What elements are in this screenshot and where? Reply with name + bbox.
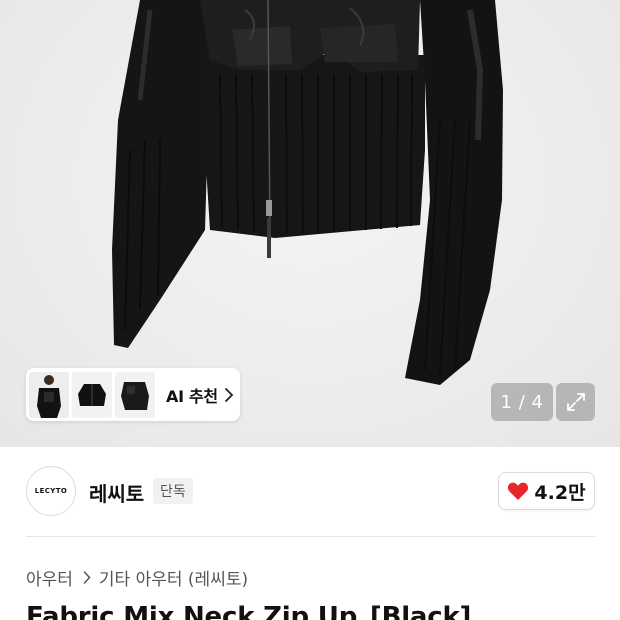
breadcrumb: 아우터 기타 아우터 (레씨토) xyxy=(26,565,248,590)
chevron-right-icon[interactable] xyxy=(224,387,234,402)
brand-logo-text: LECYTO xyxy=(34,487,68,495)
brand-logo[interactable]: LECYTO xyxy=(26,466,76,516)
product-title: Fabric Mix Neck Zip Up_[Black] xyxy=(26,602,472,620)
brand-name[interactable]: 레씨토 xyxy=(89,478,144,507)
thumbnail-jacket-flat[interactable] xyxy=(72,371,112,418)
exclusive-badge: 단독 xyxy=(153,478,193,504)
expand-button[interactable] xyxy=(556,383,595,421)
chevron-right-icon xyxy=(83,571,91,584)
breadcrumb-item-other-outer[interactable]: 기타 아우터 (레씨토) xyxy=(99,565,248,590)
product-image-gallery[interactable]: AI 추천 1 / 4 xyxy=(0,0,620,447)
thumbnail-model-front[interactable] xyxy=(29,371,69,418)
heart-icon xyxy=(508,482,529,500)
ai-recommend-label[interactable]: AI 추천 xyxy=(166,383,218,407)
like-count: 4.2만 xyxy=(534,481,586,504)
expand-arrows-icon xyxy=(566,393,585,411)
image-counter: 1 / 4 xyxy=(491,383,553,421)
thumbnail-jacket-angle[interactable] xyxy=(115,371,155,418)
section-divider xyxy=(26,536,595,537)
breadcrumb-item-outer[interactable]: 아우터 xyxy=(26,565,73,590)
thumbnail-strip: AI 추천 xyxy=(26,368,240,421)
like-button[interactable]: 4.2만 xyxy=(498,472,595,510)
